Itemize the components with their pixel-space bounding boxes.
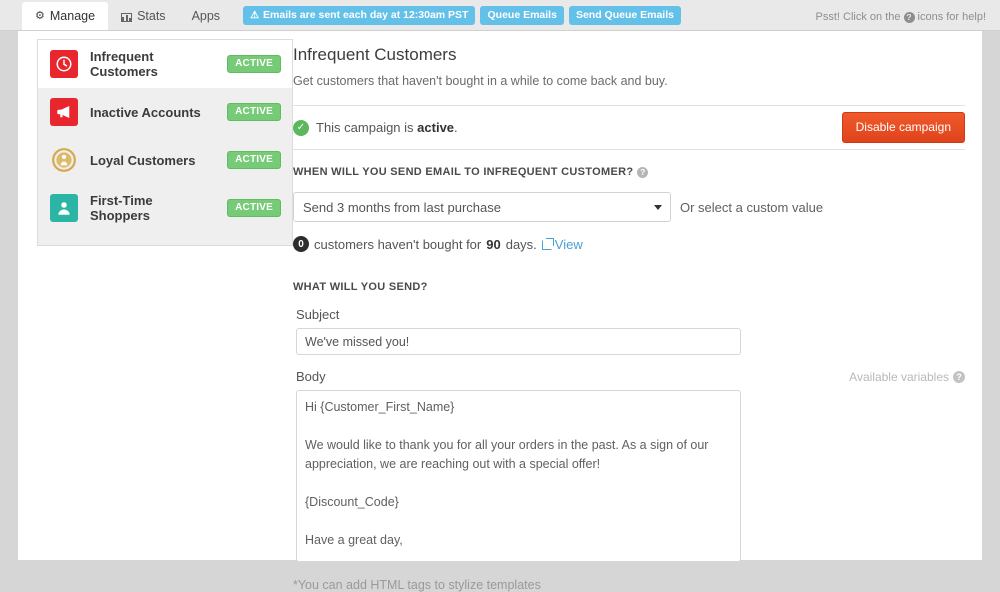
page-canvas: Infrequent Customers ACTIVE Inactive Acc… [18,31,982,592]
campaign-detail: Infrequent Customers Get customers that … [293,45,965,592]
question-mark-icon: ? [903,11,915,23]
when-send-section-text: WHEN WILL YOU SEND EMAIL TO INFREQUENT C… [293,166,634,178]
campaign-status-row: ✓ This campaign is active. Disable campa… [293,106,965,149]
top-bar-actions: ⚠ Emails are sent each day at 12:30am PS… [243,6,681,30]
queue-emails-label: Queue Emails [487,9,557,21]
page-subtitle: Get customers that haven't bought in a w… [293,74,668,88]
top-bar: ⚙ Manage Stats Apps ⚠ Emails are sent ea… [0,0,1000,31]
queue-emails-button[interactable]: Queue Emails [480,6,564,25]
what-send-section-label: WHAT WILL YOU SEND? [293,281,965,293]
help-hint-suffix: icons for help! [917,11,986,23]
customer-count-text-after: days. [505,236,537,252]
sidebar-item-first-time-shoppers[interactable]: First-Time Shoppers ACTIVE [38,184,292,232]
send-timing-selected-value: Send 3 months from last purchase [303,199,501,215]
campaign-status-suffix: . [454,120,458,135]
email-schedule-notice-label: Emails are sent each day at 12:30am PST [263,9,469,21]
custom-value-hint: Or select a custom value [680,199,824,215]
what-send-section-text: WHAT WILL YOU SEND? [293,281,428,293]
customer-count-row: 0 customers haven't bought for 90 days. … [293,236,965,252]
external-link-icon [541,238,554,250]
help-hint: Psst! Click on the ? icons for help! [816,11,986,30]
body-textarea[interactable] [296,390,741,562]
tab-list: ⚙ Manage Stats Apps [22,0,233,30]
person-icon [50,194,78,222]
html-tags-note: *You can add HTML tags to stylize templa… [293,578,541,592]
subject-field-group: Subject [296,307,965,355]
body-label: Body [296,369,326,384]
customer-count-badge: 0 [293,236,309,252]
tab-manage-label: Manage [49,8,96,23]
check-circle-icon: ✓ [293,119,309,136]
help-icon: ? [953,370,965,383]
campaign-status-prefix: This campaign is [316,120,414,135]
tab-stats[interactable]: Stats [108,3,179,30]
page-title: Infrequent Customers [293,45,457,64]
tab-apps[interactable]: Apps [179,3,234,30]
email-schedule-notice[interactable]: ⚠ Emails are sent each day at 12:30am PS… [243,6,476,25]
sidebar-item-label: Loyal Customers [90,152,196,168]
campaign-status-state: active [417,120,455,135]
available-variables-link[interactable]: Available variables ? [849,370,965,384]
help-icon[interactable]: ? [637,166,649,178]
tab-apps-label: Apps [191,9,221,23]
tab-stats-label: Stats [137,9,166,23]
when-send-section-label: WHEN WILL YOU SEND EMAIL TO INFREQUENT C… [293,166,965,178]
disable-campaign-button[interactable]: Disable campaign [841,112,965,143]
status-badge: ACTIVE [227,55,281,73]
status-badge: ACTIVE [227,151,281,169]
status-badge: ACTIVE [227,103,281,121]
status-badge: ACTIVE [227,199,281,217]
send-queue-emails-button[interactable]: Send Queue Emails [568,6,681,25]
megaphone-icon [50,98,78,126]
sidebar-item-label: First-Time Shoppers [90,193,153,223]
available-variables-label: Available variables [849,369,949,384]
help-hint-prefix: Psst! Click on the [815,11,901,23]
sidebar-item-label: Infrequent Customers [90,49,158,79]
sidebar-item-loyal-customers[interactable]: Loyal Customers ACTIVE [38,136,292,184]
send-timing-row: Send 3 months from last purchase Or sele… [293,192,965,222]
sidebar-item-inactive-accounts[interactable]: Inactive Accounts ACTIVE [38,88,292,136]
send-timing-select[interactable]: Send 3 months from last purchase [293,192,671,222]
campaign-list: Infrequent Customers ACTIVE Inactive Acc… [37,39,293,246]
tab-manage[interactable]: ⚙ Manage [22,2,109,30]
view-customers-link[interactable]: View [541,236,583,252]
customer-count-days: 90 [486,236,501,252]
body-label-row: Body Available variables ? [296,369,965,384]
divider [293,149,965,150]
medal-icon [50,146,78,174]
sidebar-item-label: Inactive Accounts [90,104,201,120]
sidebar-item-infrequent-customers[interactable]: Infrequent Customers ACTIVE [38,40,292,88]
send-queue-emails-label: Send Queue Emails [575,9,674,21]
gear-icon: ⚙ [35,9,45,22]
bar-chart-icon [121,13,133,22]
subject-label: Subject [296,307,340,322]
customer-count-text-before: customers haven't bought for [314,236,482,252]
subject-input[interactable] [296,328,741,355]
clock-icon [50,50,78,78]
view-customers-link-label: View [554,236,583,252]
warning-triangle-icon: ⚠ [250,9,260,21]
chevron-down-icon [654,205,662,210]
body-field-group: Body Available variables ? [296,369,965,567]
what-send-section: WHAT WILL YOU SEND? Subject Body Availab… [293,281,965,592]
